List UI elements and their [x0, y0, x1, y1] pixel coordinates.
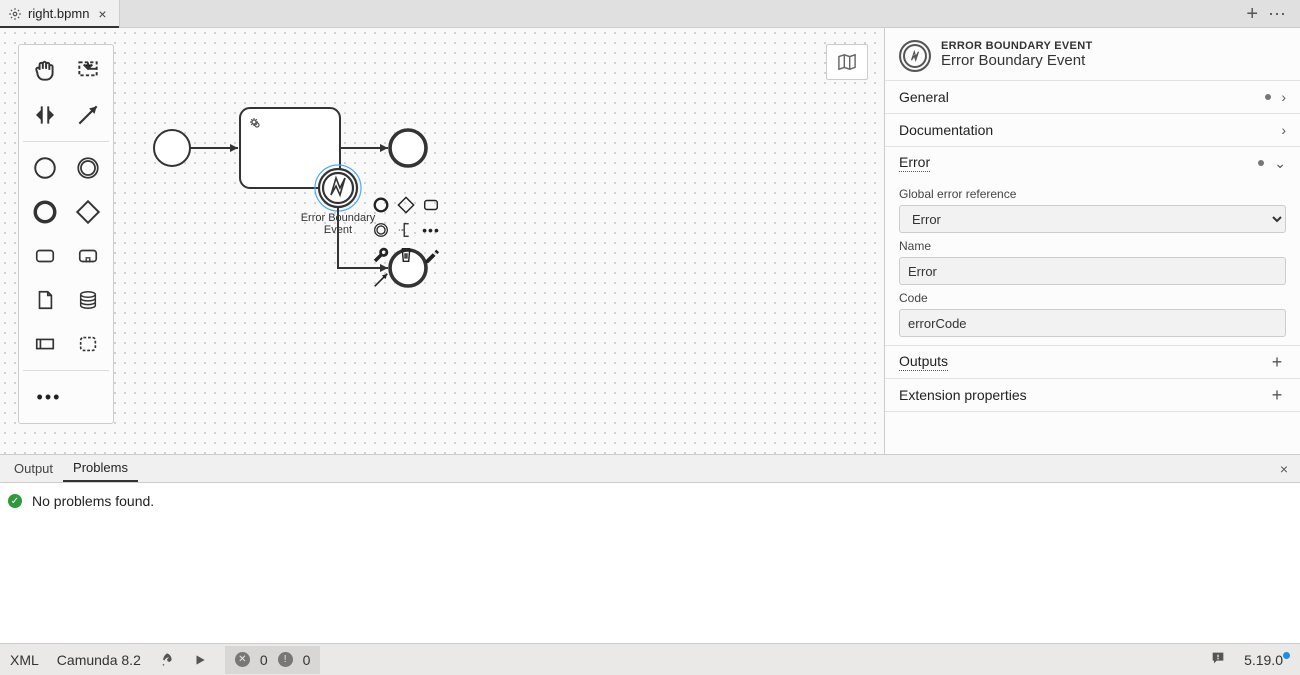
cp-append-task[interactable]	[420, 194, 442, 216]
properties-header: ERROR BOUNDARY EVENT Error Boundary Even…	[885, 28, 1300, 81]
properties-header-type: ERROR BOUNDARY EVENT	[941, 40, 1092, 52]
add-icon[interactable]: +	[1268, 353, 1286, 371]
error-name-input[interactable]	[899, 257, 1286, 285]
status-deploy[interactable]	[159, 652, 175, 668]
play-icon	[193, 653, 207, 667]
gear-icon	[8, 7, 22, 21]
tab-output[interactable]: Output	[4, 455, 63, 482]
feedback-icon	[1210, 650, 1226, 666]
section-general[interactable]: General ›	[885, 81, 1300, 113]
cp-append-gateway[interactable]	[395, 194, 417, 216]
status-bar: XML Camunda 8.2 ✕ 0 ! 0 5.19.0	[0, 643, 1300, 675]
cp-append-end-event[interactable]	[370, 194, 392, 216]
section-general-label: General	[899, 89, 949, 105]
status-feedback[interactable]	[1210, 650, 1226, 669]
connect-icon	[372, 271, 390, 289]
modified-dot-icon	[1265, 94, 1271, 100]
cp-color[interactable]	[420, 244, 442, 266]
tab-problems[interactable]: Problems	[63, 455, 138, 482]
status-xml-toggle[interactable]: XML	[10, 652, 39, 668]
properties-header-title: Error Boundary Event	[941, 52, 1092, 69]
section-extension-label: Extension properties	[899, 387, 1027, 403]
section-extension-properties[interactable]: Extension properties +	[885, 379, 1300, 411]
bpmn-diagram: Error Boundary Event	[0, 28, 884, 454]
cp-annotation[interactable]	[395, 219, 417, 241]
chevron-right-icon: ›	[1281, 122, 1286, 138]
diagram-canvas[interactable]: •••	[0, 28, 884, 454]
file-tab[interactable]: right.bpmn ×	[0, 0, 120, 27]
rocket-icon	[159, 652, 175, 668]
boundary-event-label: Error Boundary Event	[298, 212, 378, 236]
file-tab-label: right.bpmn	[28, 6, 89, 21]
section-outputs-label: Outputs	[899, 353, 948, 371]
section-error-label: Error	[899, 154, 930, 172]
add-icon[interactable]: +	[1268, 386, 1286, 404]
error-name-label: Name	[899, 239, 1286, 253]
warning-badge-icon: !	[278, 652, 293, 667]
error-code-input[interactable]	[899, 309, 1286, 337]
status-version[interactable]: 5.19.0	[1244, 652, 1290, 668]
error-badge-icon: ✕	[235, 652, 250, 667]
cp-connect[interactable]	[370, 269, 392, 291]
problems-panel: ✓ No problems found.	[0, 483, 1300, 643]
wrench-icon	[372, 246, 390, 264]
close-bottom-panel[interactable]: ×	[1268, 455, 1300, 482]
chevron-right-icon: ›	[1281, 89, 1286, 105]
section-outputs[interactable]: Outputs +	[885, 346, 1300, 378]
error-event-icon	[899, 40, 931, 72]
cp-append-intermediate[interactable]	[370, 219, 392, 241]
close-icon[interactable]: ×	[95, 6, 109, 22]
cp-more[interactable]: •••	[420, 219, 442, 241]
paint-icon	[422, 246, 440, 264]
error-code-label: Code	[899, 291, 1286, 305]
cp-change-type[interactable]	[370, 244, 392, 266]
new-tab-button[interactable]: +	[1246, 4, 1258, 24]
status-problems-summary[interactable]: ✕ 0 ! 0	[225, 646, 321, 674]
global-error-ref-label: Global error reference	[899, 187, 1286, 201]
global-error-ref-select[interactable]: Error	[899, 205, 1286, 233]
properties-panel: ERROR BOUNDARY EVENT Error Boundary Even…	[884, 28, 1300, 454]
check-icon: ✓	[8, 494, 22, 508]
modified-dot-icon	[1258, 160, 1264, 166]
cp-delete[interactable]	[395, 244, 417, 266]
context-pad: •••	[370, 194, 442, 291]
trash-icon	[397, 246, 415, 264]
problems-message: No problems found.	[32, 493, 154, 509]
section-error[interactable]: Error ⌄	[885, 147, 1300, 179]
status-run[interactable]	[193, 653, 207, 667]
section-documentation[interactable]: Documentation ›	[885, 114, 1300, 146]
section-documentation-label: Documentation	[899, 122, 993, 138]
status-engine[interactable]: Camunda 8.2	[57, 652, 141, 668]
bottom-tab-bar: Output Problems ×	[0, 455, 1300, 483]
tab-bar: right.bpmn × + ⋯	[0, 0, 1300, 28]
tab-overflow-button[interactable]: ⋯	[1268, 5, 1286, 23]
update-dot-icon	[1283, 652, 1290, 659]
chevron-down-icon: ⌄	[1274, 155, 1286, 172]
